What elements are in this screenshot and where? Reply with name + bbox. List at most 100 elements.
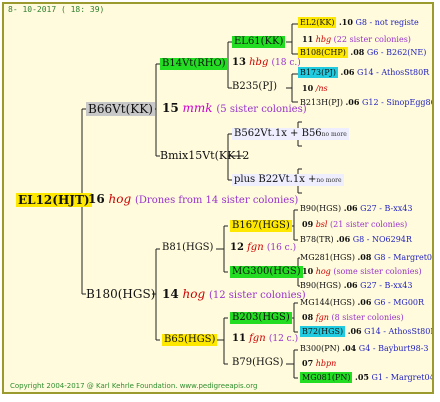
el2-sub-code: hbg	[315, 35, 332, 44]
b14vt-info: 13 hbg (18 c.)	[232, 58, 301, 68]
b108-note: G6 - B262(NE)	[366, 48, 427, 57]
b167-queen[interactable]: B167(HGS)	[230, 220, 292, 232]
b180-queen[interactable]: B180(HGS)	[86, 288, 155, 300]
b213-row: B213H(PJ) .06 G12 - SinopEgg86R	[300, 97, 434, 107]
b108-year: .08	[350, 47, 365, 57]
b203-sub-year: 08	[302, 312, 314, 322]
b81-note: (16 c.)	[266, 243, 297, 253]
b72-year: .06	[347, 326, 362, 336]
b173-sub-year: 10	[302, 83, 314, 93]
plus-label: plus B22Vt.1x +	[234, 174, 317, 185]
b90a-row: B90(HGS) .06 G27 - B-xx43	[300, 204, 412, 213]
b72-row: B72(HGS) .06 G14 - AthosSt80R	[300, 326, 434, 337]
root-year: 16	[88, 192, 105, 206]
b213-note: G12 - SinopEgg86R	[361, 98, 434, 107]
b79-year: 07	[302, 358, 314, 368]
b81-year: 12	[230, 242, 244, 253]
b65-note: (12 c.)	[268, 334, 299, 344]
b79-queen[interactable]: B79(HGS)	[232, 358, 283, 368]
mg281-year: .08	[357, 252, 372, 262]
b65-code: fgn	[249, 333, 266, 344]
mg300-queen[interactable]: MG300(HGS)	[230, 266, 303, 278]
b81-code: fgn	[247, 242, 264, 253]
b300-year: .04	[342, 343, 357, 353]
b300-queen[interactable]: B300(PN)	[300, 344, 340, 353]
sire-code: mmk	[182, 101, 213, 115]
mg144-queen[interactable]: MG144(HGS)	[300, 298, 355, 307]
plus-extra: no more	[316, 177, 342, 184]
b14vt-note: (18 c.)	[271, 58, 301, 68]
b79-sub: 07 hbpn	[302, 359, 336, 368]
el2-year: .10	[338, 17, 353, 27]
mg081-note: G1 - Margret04R	[371, 373, 434, 382]
b173-sub-code: /ns	[315, 84, 328, 93]
b167-sub-note: (21 sister colonies)	[330, 220, 408, 229]
copyright-footer: Copyright 2004-2017 @ Karl Kehrle Founda…	[10, 382, 258, 390]
b173-year: .06	[340, 67, 355, 77]
b180-code: hog	[182, 287, 206, 301]
mg281-queen[interactable]: MG281(HGS)	[300, 253, 355, 262]
mg144-note: G6 - MG00R	[373, 298, 425, 307]
b90a-note: G27 - B-xx43	[360, 204, 413, 213]
b90a-year: .06	[343, 203, 358, 213]
mg144-year: .06	[357, 297, 372, 307]
b562-queen[interactable]: B562Vt.1x + B56no more	[232, 128, 349, 140]
b78-note: G8 - NO6294R	[352, 235, 412, 244]
b167-sub-code: bsl	[315, 220, 328, 229]
el61-queen[interactable]: EL61(KK)	[232, 36, 286, 48]
b81-info: 12 fgn (16 c.)	[230, 243, 296, 253]
b180-year: 14	[162, 287, 179, 301]
b203-sub-code: fgn	[315, 313, 329, 322]
b173-queen[interactable]: B173(PJ)	[298, 67, 338, 78]
mg300-sub-code: hog	[315, 267, 331, 276]
el2-sub-year: 11	[302, 34, 314, 44]
pedigree-panel: 8- 10-2017 ( 18: 39) EL12(HJT) 16 hog (D…	[2, 2, 434, 394]
b90b-row: B90(HGS) .06 G27 - B-xx43	[300, 281, 412, 290]
sire-info: 15 mmk (5 sister colonies)	[162, 102, 307, 115]
el2-sub-note: (22 sister colonies)	[333, 35, 411, 44]
b72-note: G14 - AthosSt80R	[364, 327, 434, 336]
b90b-queen[interactable]: B90(HGS)	[300, 281, 341, 290]
plus-queen[interactable]: plus B22Vt.1x +no more	[232, 174, 344, 186]
b167-sub: 09 bsl (21 sister colonies)	[302, 220, 407, 229]
mg081-queen[interactable]: MG081(PN)	[300, 372, 353, 383]
bmix-queen[interactable]: Bmix15Vt(KK12	[160, 150, 249, 161]
b90b-note: G27 - B-xx43	[360, 281, 413, 290]
b78-queen[interactable]: B78(TR)	[300, 235, 334, 244]
b90b-year: .06	[343, 280, 358, 290]
root-note: (Drones from 14 sister colonies)	[135, 195, 299, 206]
mg300-sub-note: (some sister colonies)	[333, 267, 422, 276]
b203-queen[interactable]: B203(HGS)	[230, 312, 292, 324]
mg281-note: G8 - Margret04R	[373, 253, 433, 262]
b203-sub: 08 fgn (8 sister colonies)	[302, 313, 404, 322]
sire-queen[interactable]: B66Vt(KK)	[86, 102, 155, 116]
root-queen[interactable]: EL12(HJT)	[16, 193, 92, 207]
el2-queen[interactable]: EL2(KK)	[298, 17, 337, 28]
b65-queen[interactable]: B65(HGS)	[162, 334, 218, 346]
b72-queen[interactable]: B72(HGS)	[300, 326, 346, 337]
b108-queen[interactable]: B108(CHP)	[298, 47, 348, 58]
b213-queen[interactable]: B213H(PJ)	[300, 98, 343, 107]
b78-row: B78(TR) .06 G8 - NO6294R	[300, 235, 412, 244]
mg281-row: MG281(HGS) .08 G8 - Margret04R	[300, 252, 433, 262]
b173-sub: 10 /ns	[302, 84, 328, 93]
b81-queen[interactable]: B81(HGS)	[162, 243, 213, 253]
b562-extra: no more	[321, 131, 347, 138]
root-info: 16 hog (Drones from 14 sister colonies)	[88, 193, 298, 206]
b65-info: 11 fgn (12 c.)	[232, 334, 298, 344]
mg081-year: .05	[355, 372, 369, 382]
b180-note: (12 sister colonies)	[209, 290, 306, 301]
mg081-row: MG081(PN) .05 G1 - Margret04R	[300, 372, 434, 383]
b173-row: B173(PJ) .06 G14 - AthosSt80R	[298, 67, 430, 78]
b213-year: .06	[345, 97, 360, 107]
root-code: hog	[108, 192, 132, 206]
b14vt-queen[interactable]: B14Vt(RHO)	[160, 58, 228, 70]
b562-label: B562Vt.1x + B56	[234, 128, 322, 139]
b173-note: G14 - AthosSt80R	[357, 68, 430, 77]
b235-queen[interactable]: B235(PJ)	[232, 82, 277, 92]
b108-row: B108(CHP) .08 G6 - B262(NE)	[298, 47, 427, 58]
mg300-sub: 10 hog (some sister colonies)	[302, 267, 422, 276]
report-date: 8- 10-2017 ( 18: 39)	[8, 5, 105, 14]
mg144-row: MG144(HGS) .06 G6 - MG00R	[300, 298, 424, 307]
b90a-queen[interactable]: B90(HGS)	[300, 204, 341, 213]
